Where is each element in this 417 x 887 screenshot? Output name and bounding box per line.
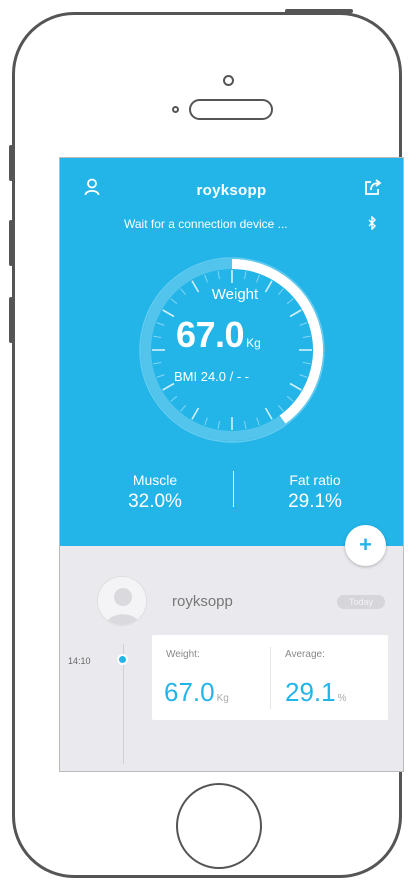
gauge-tick (170, 298, 178, 305)
gauge-tick (217, 420, 220, 429)
history-username: royksopp (172, 593, 233, 610)
page-title: royksopp (196, 182, 267, 199)
history-card[interactable]: Weight: 67.0 Kg Average: 29.1% (152, 635, 388, 720)
power-button (285, 9, 353, 13)
weight-value: 67.0 (176, 314, 245, 355)
gauge-tick (286, 298, 294, 305)
gauge-tick (289, 309, 302, 318)
gauge-tick (264, 407, 273, 420)
card-weight-value: 67.0 (164, 677, 215, 707)
gauge-tick (153, 335, 162, 338)
avatar-person-icon (98, 577, 146, 625)
bluetooth-icon (368, 216, 376, 230)
gauge-tick (170, 395, 178, 402)
gauge-tick (299, 322, 308, 326)
phone-frame: royksopp Wait for a connection device ..… (9, 9, 404, 878)
gauge-tick (289, 382, 302, 391)
sensor-dot (172, 106, 179, 113)
home-button[interactable] (176, 783, 262, 869)
add-button[interactable]: + (345, 525, 386, 566)
muscle-label: Muscle (132, 472, 178, 488)
gauge-tick (277, 404, 284, 412)
card-average-reading: 29.1% (285, 677, 347, 708)
muscle-value: 32.0% (128, 491, 182, 512)
card-average-value: 29.1 (285, 677, 336, 707)
volume-down-button (9, 297, 13, 343)
card-weight-unit: Kg (216, 693, 229, 704)
app-screen: royksopp Wait for a connection device ..… (59, 157, 404, 772)
fat-ratio-label: Fat ratio (289, 472, 341, 488)
card-weight-reading: 67.0 Kg (164, 677, 229, 708)
gauge-tick (180, 288, 187, 296)
connection-status: Wait for a connection device ... (124, 217, 288, 231)
gauge-tick (256, 274, 260, 283)
gauge-tick (302, 335, 311, 338)
gauge-tick (256, 417, 260, 426)
card-average-label: Average: (285, 649, 325, 660)
avatar[interactable] (97, 576, 147, 626)
gauge-tick (162, 382, 175, 391)
speaker-grille (189, 99, 273, 120)
gauge-tick (162, 309, 175, 318)
timeline-dot (117, 654, 128, 665)
card-weight-label: Weight: (166, 649, 200, 660)
gauge-tick (302, 362, 311, 365)
weight-label: Weight (211, 286, 259, 303)
gauge-tick (286, 395, 294, 402)
weight-unit: Kg (246, 336, 261, 350)
gauge-tick (156, 322, 165, 326)
gauge-tick (244, 271, 247, 280)
card-average-unit: % (337, 693, 347, 704)
gauge-tick (244, 420, 247, 429)
gauge-tick (299, 374, 308, 378)
volume-up-button (9, 220, 13, 266)
gauge-tick (217, 271, 220, 280)
gauge-tick (191, 407, 200, 420)
gauge-tick (204, 274, 208, 283)
fat-ratio-value: 29.1% (288, 491, 342, 512)
gauge-tick (204, 417, 208, 426)
gauge-tick (180, 404, 187, 412)
gauge-tick (153, 362, 162, 365)
weight-panel: royksopp Wait for a connection device ..… (60, 158, 403, 546)
entry-time: 14:10 (68, 656, 91, 666)
front-camera (223, 75, 234, 86)
stats-divider (233, 471, 234, 507)
today-badge: Today (337, 595, 385, 609)
share-icon[interactable] (364, 179, 382, 196)
mute-switch (9, 145, 13, 181)
bmi-text: BMI 24.0 / - - (174, 369, 250, 384)
card-divider (270, 647, 271, 709)
weight-reading: 67.0 Kg (176, 314, 261, 356)
gauge-tick (156, 374, 165, 378)
